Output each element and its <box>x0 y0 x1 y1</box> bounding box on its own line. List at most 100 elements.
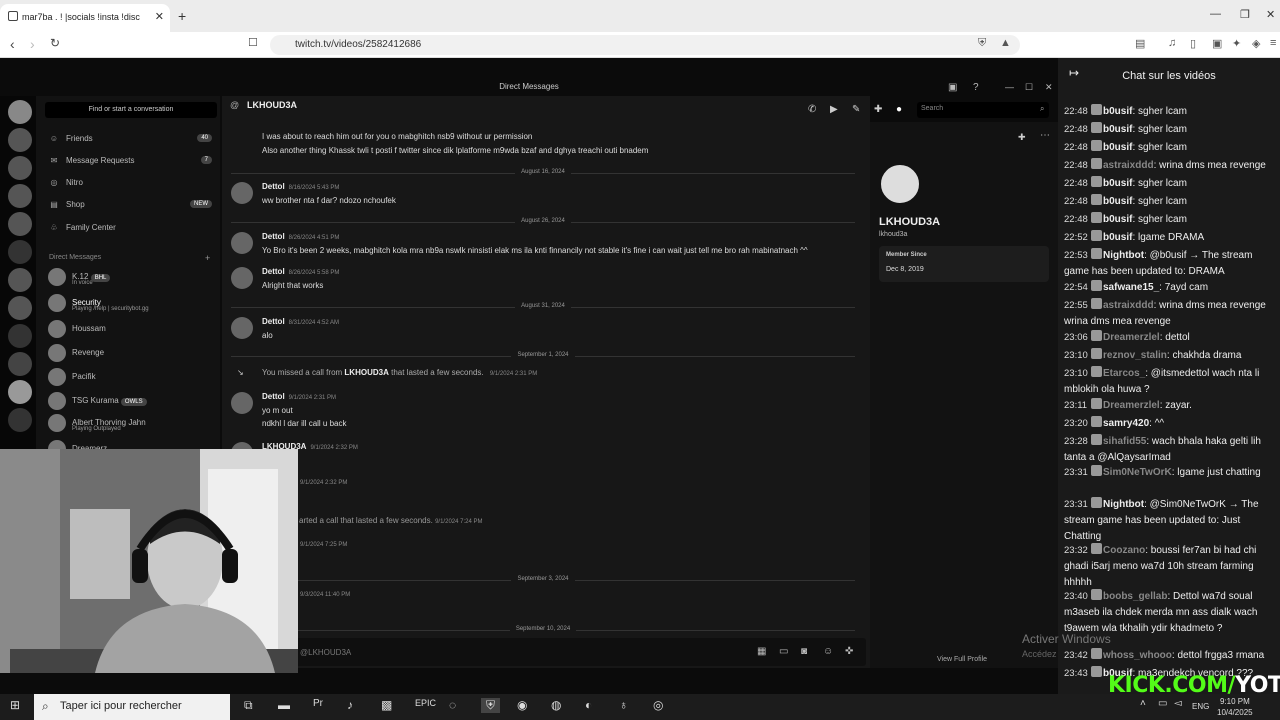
spotify-icon[interactable]: ◍ <box>551 698 561 712</box>
profile-icon[interactable]: ● <box>896 104 902 115</box>
server-icon[interactable] <box>8 240 32 264</box>
volume-icon[interactable]: ◅ <box>1174 698 1182 709</box>
chat-username[interactable]: Nightbot <box>1103 499 1144 510</box>
help-icon[interactable]: ? <box>973 82 979 93</box>
chat-username[interactable]: astraixddd <box>1103 300 1154 311</box>
chat-username[interactable]: Dreamerzlel <box>1103 400 1160 411</box>
dm-item[interactable]: Houssam <box>48 320 218 338</box>
wallet-icon[interactable]: ▣ <box>1212 37 1222 50</box>
server-icon[interactable] <box>8 408 32 432</box>
chat-username[interactable]: Dreamerzlel <box>1103 332 1160 343</box>
find-conversation-button[interactable]: Find or start a conversation <box>45 102 217 118</box>
back-icon[interactable]: ‹ <box>10 36 15 52</box>
music-icon[interactable]: ♫ <box>1168 37 1176 49</box>
brave-icon[interactable]: ⛨ <box>481 698 501 713</box>
chat-username[interactable]: reznov_stalin <box>1103 350 1167 361</box>
emoji-icon[interactable]: ☺ <box>823 646 833 657</box>
app-icon[interactable]: ◐ <box>585 698 592 712</box>
chat-username[interactable]: boobs_gellab <box>1103 591 1167 602</box>
message-author[interactable]: Dettol <box>262 267 285 276</box>
sidebar-icon[interactable]: ▯ <box>1190 37 1196 50</box>
new-tab-button[interactable]: + <box>178 8 186 24</box>
warning-icon[interactable]: ▲ <box>1000 37 1011 49</box>
server-icon[interactable] <box>8 212 32 236</box>
chat-username[interactable]: Etarcos_ <box>1103 368 1145 379</box>
chat-username[interactable]: Nightbot <box>1103 250 1144 261</box>
chrome-icon[interactable]: ◉ <box>517 698 527 712</box>
server-icon[interactable] <box>8 184 32 208</box>
add-friend-icon[interactable]: ✚ <box>874 104 882 115</box>
message-author[interactable]: Dettol <box>262 392 285 401</box>
nav-shop[interactable]: ▤ Shop NEW <box>48 200 212 209</box>
chat-username[interactable]: b0usif <box>1103 196 1132 207</box>
chat-username[interactable]: Coozano <box>1103 545 1145 556</box>
url-field[interactable]: twitch.tv/videos/2582412686 <box>270 35 1020 55</box>
discord-close-icon[interactable]: ✕ <box>1045 82 1053 93</box>
file-explorer-icon[interactable]: ▬ <box>278 698 290 712</box>
clock-time[interactable]: 9:10 PM <box>1220 697 1250 706</box>
browser-tab[interactable]: mar7ba . ! |socials !insta !disc ✕ <box>0 4 170 32</box>
message-input[interactable]: @LKHOUD3A <box>222 638 866 666</box>
message-author[interactable]: Dettol <box>262 182 285 191</box>
inbox-icon[interactable]: ▣ <box>948 82 957 93</box>
task-view-icon[interactable]: ⧉ <box>244 698 253 713</box>
chat-username[interactable]: b0usif <box>1103 214 1132 225</box>
chat-username[interactable]: astraixddd <box>1103 160 1154 171</box>
pin-icon[interactable]: ✎ <box>852 104 860 115</box>
close-window-button[interactable]: ✕ <box>1266 8 1275 21</box>
missed-call-user[interactable]: LKHOUD3A <box>344 368 388 377</box>
server-icon[interactable] <box>8 156 32 180</box>
windows-start-icon[interactable]: ⊞ <box>10 698 20 712</box>
app-icon[interactable]: ▩ <box>381 698 392 712</box>
more-icon[interactable]: ⋯ <box>1040 130 1050 141</box>
close-tab-icon[interactable]: ✕ <box>155 10 164 23</box>
chat-username[interactable]: safwane15_ <box>1103 282 1159 293</box>
gift-icon[interactable]: ▦ <box>757 646 766 657</box>
reader-icon[interactable]: ▤ <box>1135 37 1145 50</box>
nav-message-requests[interactable]: ✉ Message Requests 7 <box>48 156 212 165</box>
clock-date[interactable]: 10/4/2025 <box>1217 708 1253 717</box>
chat-username[interactable]: b0usif <box>1103 178 1132 189</box>
home-server-icon[interactable] <box>8 100 32 124</box>
dm-item[interactable]: Revenge <box>48 344 218 362</box>
nav-family-center[interactable]: ♧ Family Center <box>48 223 212 232</box>
server-icon[interactable] <box>8 268 32 292</box>
language-indicator[interactable]: ENG <box>1192 702 1209 711</box>
sticker-icon[interactable]: ◙ <box>801 646 807 657</box>
chat-username[interactable]: b0usif <box>1103 232 1132 243</box>
server-icon[interactable] <box>8 324 32 348</box>
obs-icon[interactable]: ◎ <box>653 698 663 712</box>
profile-avatar[interactable] <box>878 162 922 206</box>
view-full-profile-link[interactable]: View Full Profile <box>937 656 987 663</box>
shield-icon[interactable]: ⛨ <box>978 37 986 50</box>
microphone-icon[interactable]: ♁ <box>619 698 628 712</box>
dm-item[interactable]: Albert Thorving Jahn Playing Outplayed <box>48 414 218 432</box>
server-icon[interactable] <box>8 380 32 404</box>
vpn-icon[interactable]: ◈ <box>1252 37 1260 50</box>
search-input[interactable]: Search <box>917 102 1049 118</box>
epic-games-icon[interactable]: EPIC <box>415 698 436 708</box>
menu-icon[interactable]: ≡ <box>1270 37 1276 49</box>
minimize-button[interactable]: — <box>1210 8 1221 20</box>
taskbar-search[interactable]: Taper ici pour rechercher <box>34 694 230 720</box>
create-dm-icon[interactable]: + <box>205 253 210 263</box>
bookmark-icon[interactable]: ☐ <box>248 36 258 49</box>
message-author[interactable]: Dettol <box>262 232 285 241</box>
chat-username[interactable]: b0usif <box>1103 106 1132 117</box>
discord-maximize-icon[interactable]: ☐ <box>1025 82 1033 93</box>
add-friend-icon[interactable]: ✚ <box>1018 132 1026 143</box>
whatsapp-icon[interactable]: ◌ <box>449 698 456 712</box>
chat-username[interactable]: b0usif <box>1103 142 1132 153</box>
server-icon[interactable] <box>8 352 32 376</box>
chat-username[interactable]: samry420 <box>1103 418 1149 429</box>
call-icon[interactable]: ✆ <box>808 104 816 115</box>
reload-icon[interactable]: ↻ <box>50 36 60 50</box>
server-icon[interactable] <box>8 296 32 320</box>
dm-item[interactable]: TSG Kurama OWLS <box>48 392 218 410</box>
discord-minimize-icon[interactable]: — <box>1005 82 1014 92</box>
dm-item[interactable]: Pacifik <box>48 368 218 386</box>
tray-chevron-icon[interactable]: ˄ <box>1140 698 1146 709</box>
server-icon[interactable] <box>8 128 32 152</box>
network-icon[interactable]: ▭ <box>1158 698 1167 709</box>
dm-item[interactable]: K.12 BHL In voice <box>48 268 218 286</box>
